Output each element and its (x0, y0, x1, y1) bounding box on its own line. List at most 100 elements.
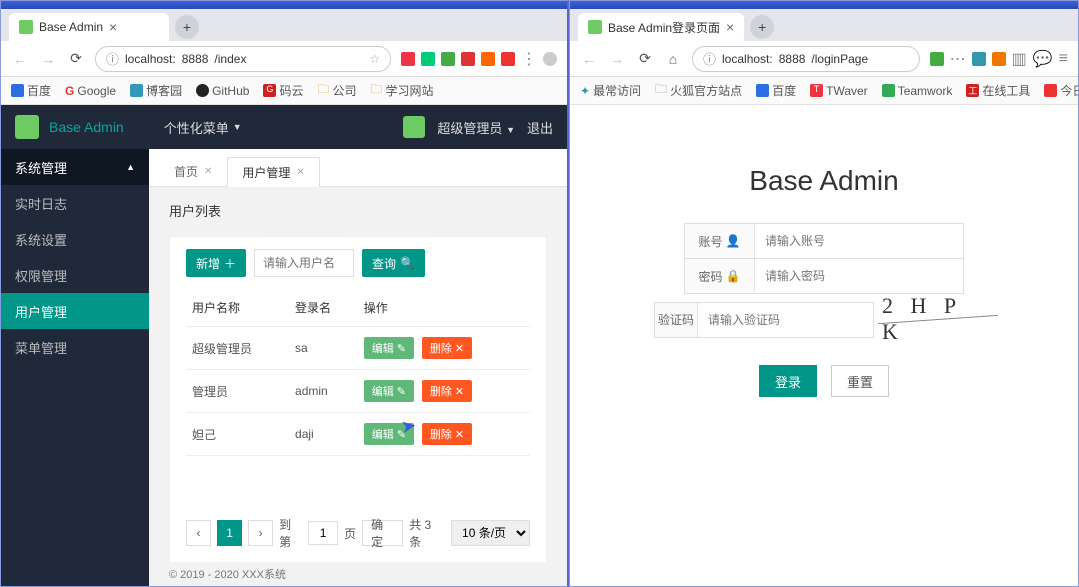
logout-link[interactable]: 退出 (527, 118, 553, 137)
close-tab-icon[interactable]: × (109, 19, 117, 35)
query-button[interactable]: 查询🔍 (362, 249, 425, 277)
customize-menu[interactable]: 个性化菜单▼ (164, 118, 242, 137)
back-button[interactable]: ← (11, 50, 29, 68)
add-button[interactable]: 新增＋ (186, 249, 246, 277)
reload-button[interactable]: ⟳ (67, 50, 85, 68)
menu-icon[interactable]: ≡ (1059, 50, 1068, 68)
password-input[interactable] (755, 259, 963, 293)
back-button[interactable]: ← (580, 50, 598, 68)
close-icon[interactable]: ✕ (296, 167, 304, 178)
profile-icon[interactable] (543, 52, 557, 66)
bookmark-folder[interactable]: 🗀火狐官方站点 (655, 80, 742, 101)
reload-button[interactable]: ⟳ (636, 50, 654, 68)
captcha-image[interactable]: 2 H P K (882, 293, 994, 345)
cell-login: daji (289, 413, 358, 456)
page-number[interactable]: 1 (217, 520, 242, 546)
new-tab-button[interactable]: + (750, 15, 774, 39)
address-input[interactable]: ⓘ localhost:8888/index ☆ (95, 46, 391, 72)
goto-page-input[interactable] (308, 521, 338, 545)
more-icon[interactable]: ⋯ (950, 49, 966, 69)
cell-username: 管理员 (186, 370, 289, 413)
page-size-select[interactable]: 10 条/页 (451, 520, 530, 546)
bookmarks-bar-right: ✦最常访问 🗀火狐官方站点 百度 TTWaver Teamwork 工在线工具 … (570, 77, 1078, 105)
new-tab-button[interactable]: + (175, 15, 199, 39)
edit-button[interactable]: 编辑 ✎ (364, 337, 414, 359)
cell-username: 妲己 (186, 413, 289, 456)
bookmark-item[interactable]: GitHub (196, 84, 249, 98)
account-label: 账号👤 (685, 224, 755, 258)
cell-username: 超级管理员 (186, 327, 289, 370)
ext-icon[interactable] (992, 52, 1006, 66)
captcha-row: 验证码 2 H P K (654, 293, 994, 345)
avatar-icon[interactable] (403, 116, 425, 138)
delete-button[interactable]: 删除 ✕ (422, 423, 472, 445)
ext-icon[interactable] (501, 52, 515, 66)
url-host: localhost: (125, 52, 176, 66)
edit-button[interactable]: 编辑 ✎ (364, 423, 414, 445)
reset-button[interactable]: 重置 (831, 365, 889, 397)
library-icon[interactable]: ▥ (1012, 49, 1027, 69)
ext-icon[interactable] (481, 52, 495, 66)
forward-button[interactable]: → (608, 50, 626, 68)
favicon-icon (19, 20, 33, 34)
forward-button[interactable]: → (39, 50, 57, 68)
ext-icon[interactable] (972, 52, 986, 66)
delete-button[interactable]: 删除 ✕ (422, 380, 472, 402)
bookmark-item[interactable]: ✦最常访问 (580, 82, 641, 99)
login-title: Base Admin (749, 165, 898, 197)
next-page-button[interactable]: › (248, 520, 273, 546)
extension-icons: ⋮ (401, 49, 557, 69)
captcha-label: 验证码 (655, 303, 698, 337)
ext-icon[interactable] (401, 52, 415, 66)
table-row: 超级管理员sa编辑 ✎删除 ✕ (186, 327, 530, 370)
login-page: Base Admin 账号👤 密码🔒 验证码 2 H P K 登录 重置 (570, 105, 1078, 586)
browser-tab-right[interactable]: Base Admin登录页面 × (578, 13, 744, 41)
ext-icon[interactable] (930, 52, 944, 66)
captcha-input[interactable] (698, 303, 873, 337)
bookmark-item[interactable]: Teamwork (882, 84, 953, 98)
tab-home[interactable]: 首页✕ (159, 156, 227, 186)
login-button[interactable]: 登录 (759, 365, 817, 397)
sidebar-item-system-settings[interactable]: 系统设置 (1, 221, 149, 257)
bookmark-item[interactable]: 今日头条 (1044, 82, 1078, 99)
chat-icon[interactable]: 💬 (1033, 49, 1053, 69)
sidebar-item-permission[interactable]: 权限管理 (1, 257, 149, 293)
left-browser-window: Base Admin × + ← → ⟳ ⓘ localhost:8888/in… (0, 0, 569, 587)
close-icon[interactable]: ✕ (204, 166, 212, 177)
edit-button[interactable]: 编辑 ✎ (364, 380, 414, 402)
sidebar-item-realtime-log[interactable]: 实时日志 (1, 185, 149, 221)
site-info-icon: ⓘ (106, 49, 119, 68)
kebab-icon[interactable]: ⋮ (521, 49, 537, 69)
cell-login: admin (289, 370, 358, 413)
window-titlebar-right (570, 1, 1078, 9)
bookmark-item[interactable]: G码云 (263, 82, 303, 99)
bookmark-item[interactable]: 工在线工具 (966, 82, 1030, 99)
bookmark-folder[interactable]: 🗀学习网站 (370, 80, 433, 101)
ext-icon[interactable] (421, 52, 435, 66)
current-user[interactable]: 超级管理员 ▼ (437, 118, 515, 137)
header-right: 超级管理员 ▼ 退出 (403, 116, 553, 138)
address-input[interactable]: ⓘ localhost:8888/loginPage (692, 46, 920, 72)
browser-tab-left[interactable]: Base Admin × (9, 13, 169, 41)
sidebar-group-system[interactable]: 系统管理▲ (1, 149, 149, 185)
bookmark-item[interactable]: 百度 (11, 82, 51, 99)
app-area-left: Base Admin 个性化菜单▼ 超级管理员 ▼ 退出 系统管理▲ 实时日志 … (1, 105, 567, 586)
bookmark-item[interactable]: TTWaver (810, 84, 868, 98)
bookmark-item[interactable]: 百度 (756, 82, 796, 99)
home-button[interactable]: ⌂ (664, 50, 682, 68)
close-tab-icon[interactable]: × (726, 19, 734, 35)
tab-user-mgmt[interactable]: 用户管理✕ (227, 157, 319, 187)
goto-confirm-button[interactable]: 确定 (362, 520, 403, 546)
account-input[interactable] (755, 224, 963, 258)
delete-button[interactable]: 删除 ✕ (422, 337, 472, 359)
prev-page-button[interactable]: ‹ (186, 520, 211, 546)
bookmark-folder[interactable]: 🗀公司 (317, 80, 356, 101)
ext-icon[interactable] (441, 52, 455, 66)
ext-icon[interactable] (461, 52, 475, 66)
username-search-input[interactable] (254, 249, 354, 277)
star-icon[interactable]: ☆ (369, 52, 380, 66)
sidebar-item-menu-mgmt[interactable]: 菜单管理 (1, 329, 149, 365)
bookmark-item[interactable]: 博客园 (130, 82, 182, 99)
sidebar-item-user-mgmt[interactable]: 用户管理 (1, 293, 149, 329)
bookmark-item[interactable]: GGoogle (65, 84, 116, 98)
